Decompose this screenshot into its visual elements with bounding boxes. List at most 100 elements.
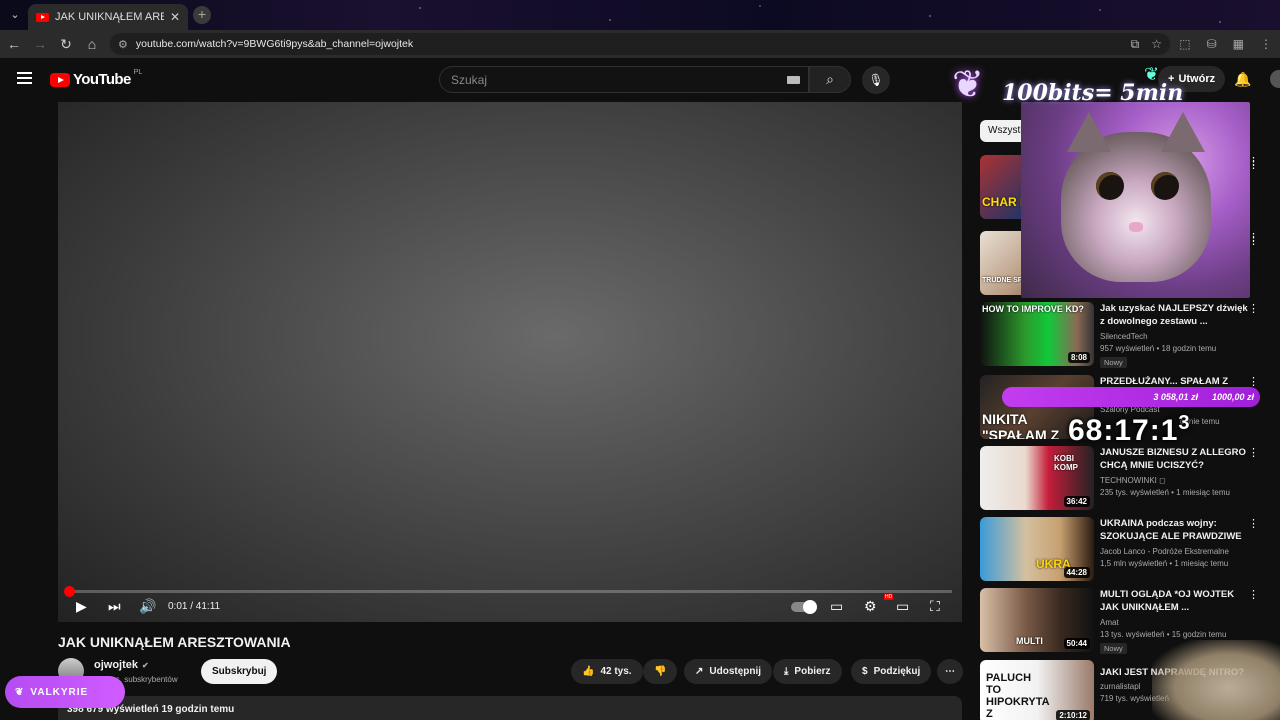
- share-button[interactable]: ↗ Udostępnij: [684, 659, 773, 684]
- thumbs-down-icon: 👎: [654, 666, 667, 677]
- more-vertical-icon[interactable]: ⋮: [1248, 234, 1259, 247]
- search-button[interactable]: ⌕: [809, 66, 851, 93]
- subscribe-button[interactable]: Subskrybuj: [201, 659, 278, 684]
- thanks-label: Podziękuj: [873, 666, 921, 677]
- new-tab-button[interactable]: +: [193, 6, 211, 24]
- cat-face: [1061, 112, 1211, 282]
- fullscreen-icon[interactable]: ⛶: [930, 598, 940, 615]
- sidebar-video-item[interactable]: UKRA 44:28 UKRAINA podczas wojny: SZOKUJ…: [980, 517, 1270, 583]
- search-input[interactable]: Szukaj: [439, 66, 809, 93]
- forward-arrow-icon[interactable]: →: [28, 32, 52, 56]
- video-duration: 36:42: [1063, 496, 1090, 507]
- like-count: 42 tys.: [600, 666, 632, 677]
- extension-2-icon[interactable]: ⛁: [1207, 33, 1217, 55]
- search-icon: ⌕: [826, 71, 834, 87]
- cat-nose: [1129, 222, 1143, 232]
- youtube-logo[interactable]: YouTube PL: [50, 69, 142, 88]
- browser-menu-icon[interactable]: ⋮: [1260, 33, 1272, 55]
- volume-icon[interactable]: 🔊: [139, 598, 156, 615]
- microphone-icon: 🎙: [868, 73, 884, 87]
- autoplay-toggle[interactable]: [791, 600, 817, 614]
- more-vertical-icon[interactable]: ⋮: [1248, 588, 1259, 601]
- address-bar[interactable]: ⚙ youtube.com/watch?v=9BWG6ti9pys&ab_cha…: [110, 33, 1170, 55]
- channel-name[interactable]: SilencedTech: [1100, 332, 1148, 341]
- timer-last-digit: 3: [1178, 412, 1191, 434]
- video-meta: 235 tys. wyświetleń • 1 miesiąc temu: [1100, 488, 1230, 497]
- video-title[interactable]: UKRAINA podczas wojny: SZOKUJĄCE ALE PRA…: [1100, 517, 1250, 543]
- video-title[interactable]: JANUSZE BIZNESU Z ALLEGRO CHCĄ MNIE UCIS…: [1100, 446, 1250, 472]
- screen: ⌄ JAK UNIKNĄŁEM ARESZTOWA ✕ + ← → ↻ ⌂ ⚙ …: [0, 0, 1280, 720]
- video-thumbnail[interactable]: UKRA 44:28: [980, 517, 1094, 581]
- back-arrow-icon[interactable]: ←: [2, 32, 26, 56]
- notifications-bell-icon[interactable]: 🔔: [1234, 71, 1251, 88]
- youtube-favicon-icon: [36, 12, 49, 22]
- valkyrie-overlay-badge: ❦ VALKYRIE: [5, 676, 125, 708]
- channel-name[interactable]: Jacob Lanco - Podróże Ekstremalne: [1100, 547, 1229, 556]
- download-icon: ⤓: [784, 666, 789, 677]
- tab-search-icon[interactable]: ⌄: [6, 6, 24, 24]
- keyboard-icon[interactable]: [787, 76, 800, 84]
- video-title[interactable]: MULTI OGLĄDA *OJ WOJTEK JAK UNIKNĄŁEM ..…: [1100, 588, 1250, 614]
- like-button[interactable]: 👍 42 tys.: [571, 659, 643, 684]
- video-thumbnail[interactable]: MULTI 50:44: [980, 588, 1094, 652]
- timer-text: 68:17:1: [1068, 414, 1179, 447]
- play-icon[interactable]: ▶: [76, 598, 87, 615]
- channel-name[interactable]: TECHNOWINKI ◻: [1100, 476, 1166, 485]
- share-arrow-icon: ↗: [695, 666, 704, 677]
- more-actions-button[interactable]: ⋯: [937, 659, 963, 684]
- video-thumbnail[interactable]: KOBI KOMP 36:42: [980, 446, 1094, 510]
- thanks-button[interactable]: $ Podziękuj: [851, 659, 932, 684]
- thumbnail-text: KOBI KOMP: [1054, 454, 1078, 472]
- sidebar-video-item[interactable]: HOW TO IMPROVE KD? 8:08 Jak uzyskać NAJL…: [980, 302, 1270, 368]
- browser-tab-active[interactable]: JAK UNIKNĄŁEM ARESZTOWA ✕: [28, 4, 188, 30]
- voice-search-button[interactable]: 🎙: [862, 66, 890, 94]
- subtitles-icon[interactable]: ▭: [830, 598, 843, 615]
- account-avatar[interactable]: [1270, 70, 1280, 88]
- video-meta: 1,5 mln wyświetleń • 1 miesiąc temu: [1100, 559, 1229, 568]
- tabbar-background: [0, 0, 1280, 30]
- more-vertical-icon[interactable]: ⋮: [1248, 446, 1259, 459]
- channel-name[interactable]: zurnalistapl: [1100, 682, 1140, 691]
- dislike-button[interactable]: 👎: [643, 659, 678, 684]
- extensions-icon[interactable]: ⬚: [1179, 33, 1190, 55]
- theater-mode-icon[interactable]: ▭: [896, 598, 909, 615]
- youtube-wordmark: YouTube: [73, 71, 131, 88]
- new-badge: Nowy: [1100, 643, 1127, 654]
- next-video-icon[interactable]: ⏭: [108, 598, 121, 615]
- more-vertical-icon[interactable]: ⋮: [1248, 158, 1259, 171]
- reload-icon[interactable]: ↻: [54, 32, 78, 56]
- sidebar-video-item[interactable]: KOBI KOMP 36:42 JANUSZE BIZNESU Z ALLEGR…: [980, 446, 1270, 512]
- settings-gear-icon[interactable]: ⚙: [864, 598, 877, 615]
- verified-badge-icon: ✔: [142, 661, 149, 670]
- close-tab-icon[interactable]: ✕: [170, 10, 180, 24]
- video-thumbnail[interactable]: PALUCH TO HIPOKRYTA Z POZNANIA 2:10:12: [980, 660, 1094, 720]
- bookmark-star-icon[interactable]: ☆: [1151, 33, 1162, 55]
- site-info-icon[interactable]: ⚙: [118, 38, 128, 51]
- download-button[interactable]: ⤓ Pobierz: [773, 659, 842, 684]
- extension-3-icon[interactable]: ▦: [1233, 33, 1244, 55]
- share-label: Udostępnij: [709, 666, 762, 677]
- video-player[interactable]: [58, 102, 962, 622]
- channel-name-text: ojwojtek: [94, 659, 139, 671]
- menu-hamburger-icon[interactable]: [17, 72, 32, 84]
- install-app-icon[interactable]: ⧉: [1131, 33, 1140, 55]
- home-icon[interactable]: ⌂: [80, 32, 104, 56]
- more-vertical-icon[interactable]: ⋮: [1248, 517, 1259, 530]
- channel-name[interactable]: Amat: [1100, 618, 1119, 627]
- video-thumbnail[interactable]: HOW TO IMPROVE KD? 8:08: [980, 302, 1094, 366]
- video-duration: 50:44: [1063, 638, 1090, 649]
- url-text: youtube.com/watch?v=9BWG6ti9pys&ab_chann…: [135, 38, 414, 50]
- new-badge: Nowy: [1100, 357, 1127, 368]
- video-duration: 44:28: [1063, 567, 1090, 578]
- youtube-play-logo-icon: [50, 72, 70, 87]
- cat-ear: [1161, 112, 1205, 152]
- video-title[interactable]: Jak uzyskać NAJLEPSZY dźwięk z dowolnego…: [1100, 302, 1250, 328]
- valkyrie-wings-icon: ❦: [15, 686, 25, 698]
- progress-bar[interactable]: [64, 586, 952, 597]
- more-vertical-icon[interactable]: ⋮: [1248, 302, 1259, 315]
- streamer-cat-webcam: [1021, 102, 1250, 298]
- search-placeholder: Szukaj: [451, 73, 488, 87]
- subathon-timer: 68:17:13: [1068, 412, 1191, 448]
- channel-name[interactable]: ojwojtek ✔: [94, 659, 149, 671]
- video-duration: 2:10:12: [1056, 710, 1090, 720]
